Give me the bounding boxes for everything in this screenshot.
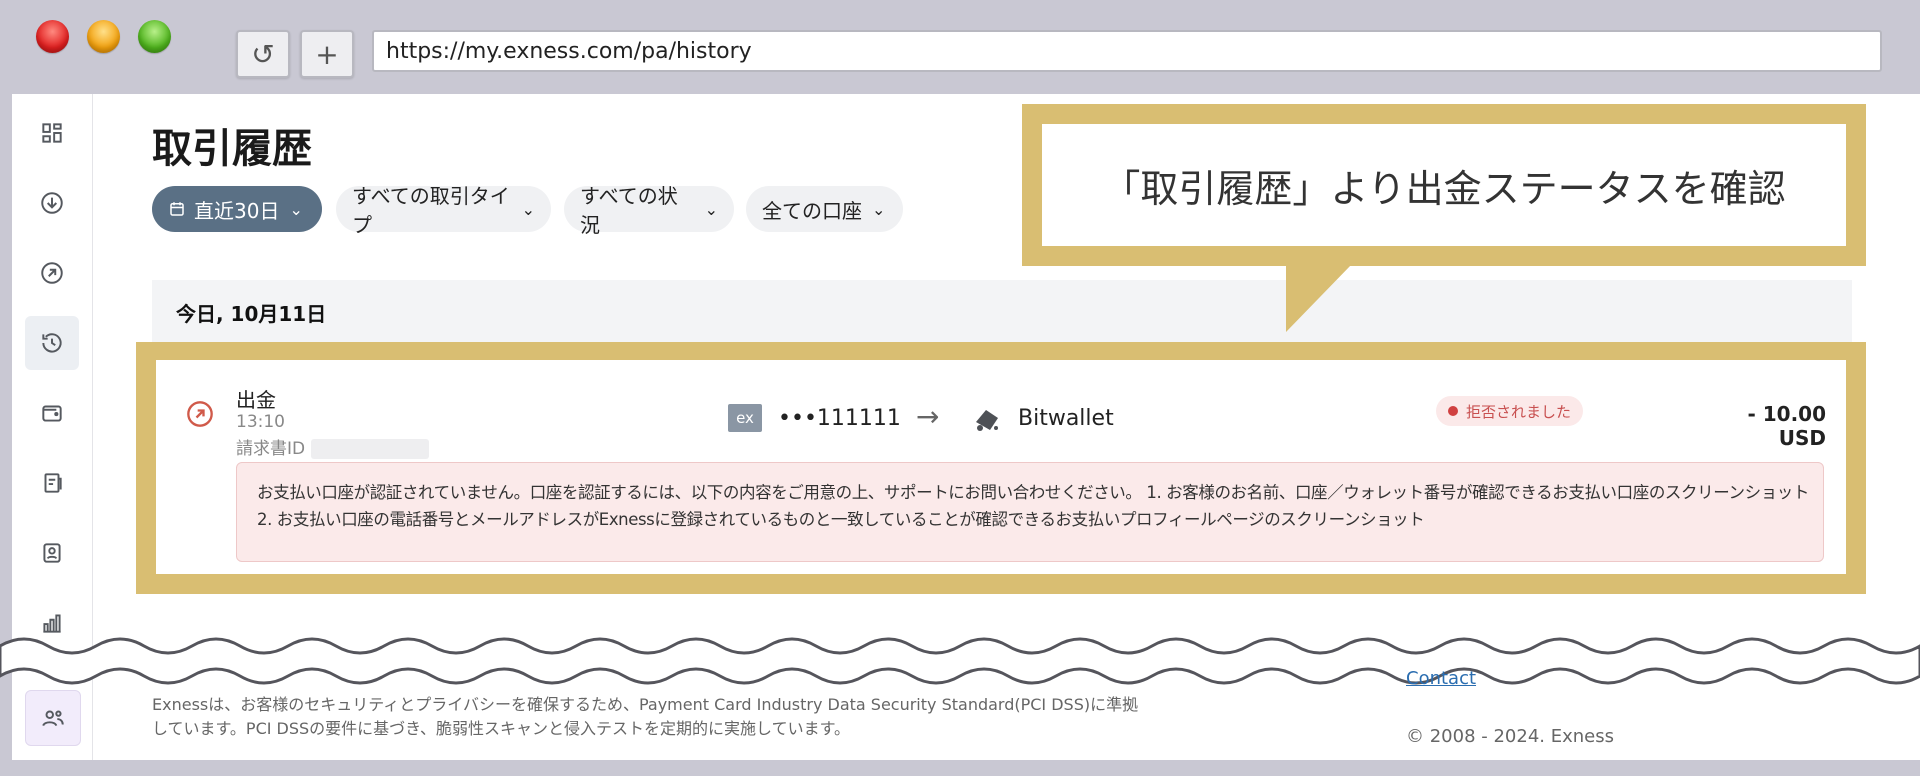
page-title: 取引履歴: [152, 126, 312, 172]
withdrawal-icon[interactable]: [25, 246, 79, 300]
callout-text: 「取引履歴」より出金ステータスを確認: [1042, 124, 1846, 246]
profile-card-icon[interactable]: [25, 526, 79, 580]
filter-status-chip[interactable]: すべての状況 ⌄: [564, 184, 734, 237]
minimize-window-button[interactable]: [87, 20, 120, 53]
filter-type-chip[interactable]: すべての取引タイプ ⌄: [336, 184, 551, 237]
deposit-icon[interactable]: [25, 176, 79, 230]
transaction-time: 13:10: [236, 412, 285, 432]
callout-pointer: [1286, 264, 1352, 332]
filter-status-label: すべての状況: [580, 184, 678, 237]
wallet-icon[interactable]: [25, 386, 79, 440]
transaction-type: 出金: [236, 388, 276, 412]
rejection-message-line-1: お支払い口座が認証されていません。口座を認証するには、以下の内容をご用意の上、サ…: [257, 483, 1809, 502]
page-break-wave: [0, 637, 1920, 685]
transaction-amount: - 10.00 USD: [1747, 402, 1826, 450]
pci-dss-notice-line-2: しています。PCI DSSの要件に基づき、脆弱性スキャンと侵入テストを定期的に実…: [152, 719, 850, 738]
withdrawal-icon: [187, 401, 213, 427]
redacted-invoice-number: [311, 439, 430, 459]
calendar-icon: [170, 202, 184, 216]
status-badge: 拒否されました: [1436, 396, 1584, 426]
reload-button[interactable]: ↺: [236, 30, 290, 78]
history-icon[interactable]: [25, 316, 79, 370]
filter-period-label: 直近30日: [194, 198, 280, 223]
date-group-label: 今日, 10月11日: [176, 302, 327, 326]
maximize-window-button[interactable]: [138, 20, 171, 53]
chevron-down-icon: ⌄: [872, 199, 886, 219]
close-window-button[interactable]: [36, 20, 69, 53]
destination-name: Bitwallet: [1018, 406, 1114, 431]
address-bar[interactable]: https://my.exness.com/pa/history: [372, 30, 1882, 72]
dashboard-icon[interactable]: [25, 106, 79, 160]
document-icon[interactable]: [25, 456, 79, 510]
filter-type-label: すべての取引タイプ: [352, 184, 510, 237]
bitwallet-icon: [976, 410, 998, 431]
rejection-message-line-2: 2. お支払い口座の電話番号とメールアドレスがExnessに登録されているものと…: [257, 510, 1425, 529]
pci-dss-notice-line-1: Exnessは、お客様のセキュリティとプライバシーを確保するため、Payment…: [152, 695, 1139, 714]
status-dot: [1448, 406, 1458, 416]
invoice-id: 請求書ID: [236, 434, 430, 459]
exness-account-badge: ex: [728, 404, 762, 432]
invoice-id-label: 請求書ID: [236, 439, 306, 459]
filter-period-chip[interactable]: 直近30日 ⌄: [152, 186, 322, 232]
status-label: 拒否されました: [1466, 402, 1572, 421]
copyright: © 2008 - 2024. Exness: [1406, 726, 1614, 747]
rejection-message: お支払い口座が認証されていません。口座を認証するには、以下の内容をご用意の上、サ…: [236, 462, 1824, 562]
chevron-down-icon: ⌄: [289, 199, 303, 219]
filter-account-chip[interactable]: 全ての口座 ⌄: [746, 186, 903, 232]
filter-account-label: 全ての口座: [762, 198, 862, 223]
chevron-down-icon: ⌄: [521, 199, 535, 219]
contact-link[interactable]: Contact: [1406, 668, 1476, 689]
pci-dss-notice: Exnessは、お客様のセキュリティとプライバシーを確保するため、Payment…: [152, 693, 1192, 741]
arrow-right-icon: →: [916, 400, 940, 433]
partner-icon[interactable]: [25, 690, 81, 746]
new-tab-button[interactable]: +: [300, 30, 354, 78]
url-text: https://my.exness.com/pa/history: [386, 38, 752, 64]
date-group-header: [152, 280, 1852, 342]
chevron-down-icon: ⌄: [704, 199, 718, 219]
source-account: •••111111: [778, 406, 901, 431]
